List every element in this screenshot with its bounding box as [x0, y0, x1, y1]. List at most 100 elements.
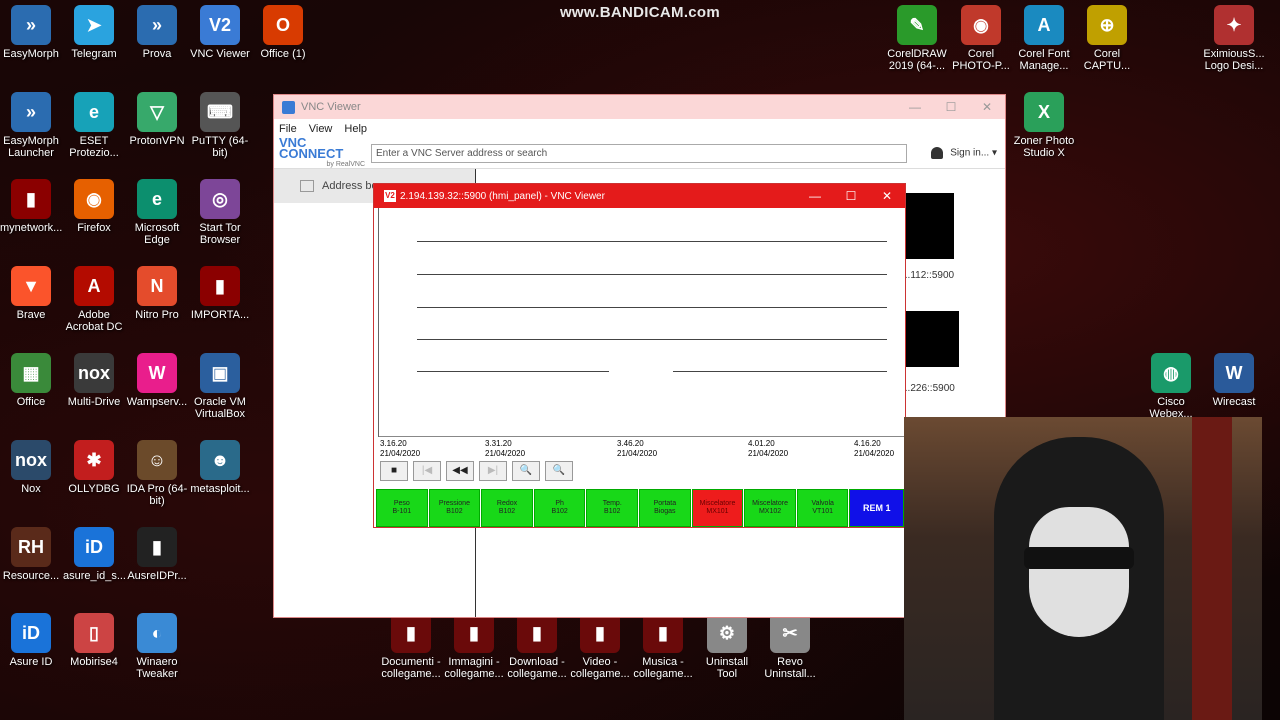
desktop-icon-right-4[interactable]: ✦ EximiousS... Logo Desi... — [1203, 5, 1265, 72]
hmi-button-0[interactable]: Peso B-101 — [376, 489, 428, 527]
hmi-button-3[interactable]: Ph B102 — [533, 489, 586, 527]
desktop-icon-right-3[interactable]: ⊕ Corel CAPTU... — [1076, 5, 1138, 72]
desktop-icon-right-6[interactable]: ◍ Cisco Webex... — [1140, 353, 1202, 420]
menu-help[interactable]: Help — [344, 123, 367, 135]
hmi-button-9[interactable]: REM 1 — [849, 489, 905, 527]
desktop-icon-bottom-2[interactable]: ▮ Download - collegame... — [506, 613, 568, 680]
desktop-icon-8[interactable]: ⌨ PuTTY (64-bit) — [189, 92, 251, 159]
desktop-icon-bottom-0[interactable]: ▮ Documenti - collegame... — [380, 613, 442, 680]
desktop-icon-12[interactable]: ◎ Start Tor Browser — [189, 179, 251, 246]
zoom-in-button[interactable]: 🔍 — [512, 461, 540, 481]
desktop-icon-label: IMPORTA... — [190, 309, 250, 321]
app-icon: nox — [74, 353, 114, 393]
desktop-icon-23[interactable]: ☺ IDA Pro (64-bit) — [126, 440, 188, 507]
stop-button[interactable]: ■ — [380, 461, 408, 481]
desktop-icon-30[interactable]: ◐ Winaero Tweaker — [126, 613, 188, 680]
minimize-icon[interactable]: — — [897, 95, 933, 119]
desktop-icon-label: Revo Uninstall... — [764, 656, 816, 680]
minimize-icon[interactable]: — — [797, 184, 833, 208]
desktop-icon-1[interactable]: ➤ Telegram — [63, 5, 125, 60]
connection-thumbnail[interactable] — [904, 311, 959, 367]
hmi-button-8[interactable]: Valvola VT101 — [796, 489, 849, 527]
hmi-button-bar: Peso B-101 Pressione B102 Redox B102 Ph B102 Tem… — [376, 489, 905, 527]
app-icon: A — [74, 266, 114, 306]
desktop-icon-label: Office — [16, 396, 46, 408]
desktop-icon-6[interactable]: e ESET Protezio... — [63, 92, 125, 159]
desktop-icon-9[interactable]: ▮ mynetwork... — [0, 179, 62, 234]
desktop-icon-right-5[interactable]: X Zoner Photo Studio X — [1013, 92, 1075, 159]
trend-gridline — [417, 339, 887, 340]
hmi-button-6[interactable]: Miscelatore MX101 — [691, 489, 744, 527]
menu-view[interactable]: View — [309, 123, 333, 135]
zoom-out-button[interactable]: 🔍 — [545, 461, 573, 481]
desktop-icon-2[interactable]: » Prova — [126, 5, 188, 60]
forward-end-button[interactable]: ▶| — [479, 461, 507, 481]
desktop-icon-label: Corel CAPTU... — [1083, 48, 1131, 72]
desktop-icon-29[interactable]: ▯ Mobirise4 — [63, 613, 125, 668]
desktop-icon-label: Zoner Photo Studio X — [1013, 135, 1075, 159]
desktop-icon-14[interactable]: A Adobe Acrobat DC — [63, 266, 125, 333]
desktop-icon-11[interactable]: e Microsoft Edge — [126, 179, 188, 246]
desktop-icon-right-7[interactable]: W Wirecast — [1203, 353, 1265, 408]
desktop-icon-5[interactable]: » EasyMorph Launcher — [0, 92, 62, 159]
app-icon: ◉ — [961, 5, 1001, 45]
desktop-icon-19[interactable]: W Wampserv... — [126, 353, 188, 408]
desktop-icon-bottom-4[interactable]: ▮ Musica - collegame... — [632, 613, 694, 680]
hmi-button-7[interactable]: Miscelatore MX102 — [744, 489, 796, 527]
sign-in-button[interactable]: Sign in... ▾ — [931, 147, 997, 159]
desktop-icon-20[interactable]: ▣ Oracle VM VirtualBox — [189, 353, 251, 420]
desktop-icon-25[interactable]: RH Resource... — [0, 527, 62, 582]
close-icon[interactable]: ✕ — [969, 95, 1005, 119]
desktop-icon-bottom-3[interactable]: ▮ Video - collegame... — [569, 613, 631, 680]
desktop-icon-16[interactable]: ▮ IMPORTA... — [189, 266, 251, 321]
desktop-icon-bottom-6[interactable]: ✂ Revo Uninstall... — [759, 613, 821, 680]
address-search-input[interactable]: Enter a VNC Server address or search — [371, 144, 907, 163]
desktop-icon-15[interactable]: N Nitro Pro — [126, 266, 188, 321]
desktop-icon-22[interactable]: ✱ OLLYDBG — [63, 440, 125, 495]
desktop-icon-3[interactable]: V2 VNC Viewer — [189, 5, 251, 60]
app-icon: ▮ — [517, 613, 557, 653]
desktop-icon-13[interactable]: ▼ Brave — [0, 266, 62, 321]
hmi-button-2[interactable]: Redox B102 — [481, 489, 533, 527]
close-icon[interactable]: ✕ — [869, 184, 905, 208]
desktop-icon-label: Firefox — [77, 222, 111, 234]
desktop-icon-21[interactable]: nox Nox — [0, 440, 62, 495]
app-icon: iD — [11, 613, 51, 653]
rewind-button[interactable]: ◀◀ — [446, 461, 474, 481]
desktop-icon-right-1[interactable]: ◉ Corel PHOTO-P... — [950, 5, 1012, 72]
hmi-button-5[interactable]: Portata Biogas — [639, 489, 691, 527]
grid-icon — [300, 180, 314, 192]
app-icon: ▯ — [74, 613, 114, 653]
rewind-start-button[interactable]: |◀ — [413, 461, 441, 481]
desktop-icon-0[interactable]: » EasyMorph — [0, 5, 62, 60]
desktop-icon-27[interactable]: ▮ AusreIDPr... — [126, 527, 188, 582]
hmi-button-4[interactable]: Temp. B102 — [586, 489, 639, 527]
desktop-icon-10[interactable]: ◉ Firefox — [63, 179, 125, 234]
maximize-icon[interactable]: ☐ — [833, 184, 869, 208]
desktop-icon-right-2[interactable]: A Corel Font Manage... — [1013, 5, 1075, 72]
app-icon: ◎ — [200, 179, 240, 219]
desktop-icon-bottom-5[interactable]: ⚙ Uninstall Tool — [696, 613, 758, 680]
app-icon: ▦ — [11, 353, 51, 393]
desktop-icon-right-0[interactable]: ✎ CorelDRAW 2019 (64-... — [886, 5, 948, 72]
desktop-icon-bottom-1[interactable]: ▮ Immagini - collegame... — [443, 613, 505, 680]
connection-thumbnail[interactable] — [904, 193, 954, 259]
hmi-panel-title: 2.194.139.32::5900 (hmi_panel) - VNC Vie… — [400, 190, 605, 202]
desktop-icon-18[interactable]: nox Multi-Drive — [63, 353, 125, 408]
vnc-app-icon — [282, 100, 295, 114]
desktop-icon-label: Start Tor Browser — [199, 222, 241, 246]
desktop-icon-17[interactable]: ▦ Office — [0, 353, 62, 408]
trend-gridline — [417, 241, 887, 242]
hmi-button-1[interactable]: Pressione B102 — [428, 489, 481, 527]
desktop-icon-26[interactable]: iD asure_id_s... — [63, 527, 126, 582]
desktop-icon-label: OLLYDBG — [68, 483, 120, 495]
app-icon: ✂ — [770, 613, 810, 653]
desktop-icon-7[interactable]: ▽ ProtonVPN — [126, 92, 188, 147]
vnc-viewer-titlebar[interactable]: VNC Viewer — [274, 95, 1005, 119]
maximize-icon[interactable]: ☐ — [933, 95, 969, 119]
menu-file[interactable]: File — [279, 123, 297, 135]
desktop-icon-28[interactable]: iD Asure ID — [0, 613, 62, 668]
trend-chart-area — [378, 208, 905, 437]
desktop-icon-24[interactable]: ☻ metasploit... — [189, 440, 251, 495]
desktop-icon-4[interactable]: O Office (1) — [252, 5, 314, 60]
